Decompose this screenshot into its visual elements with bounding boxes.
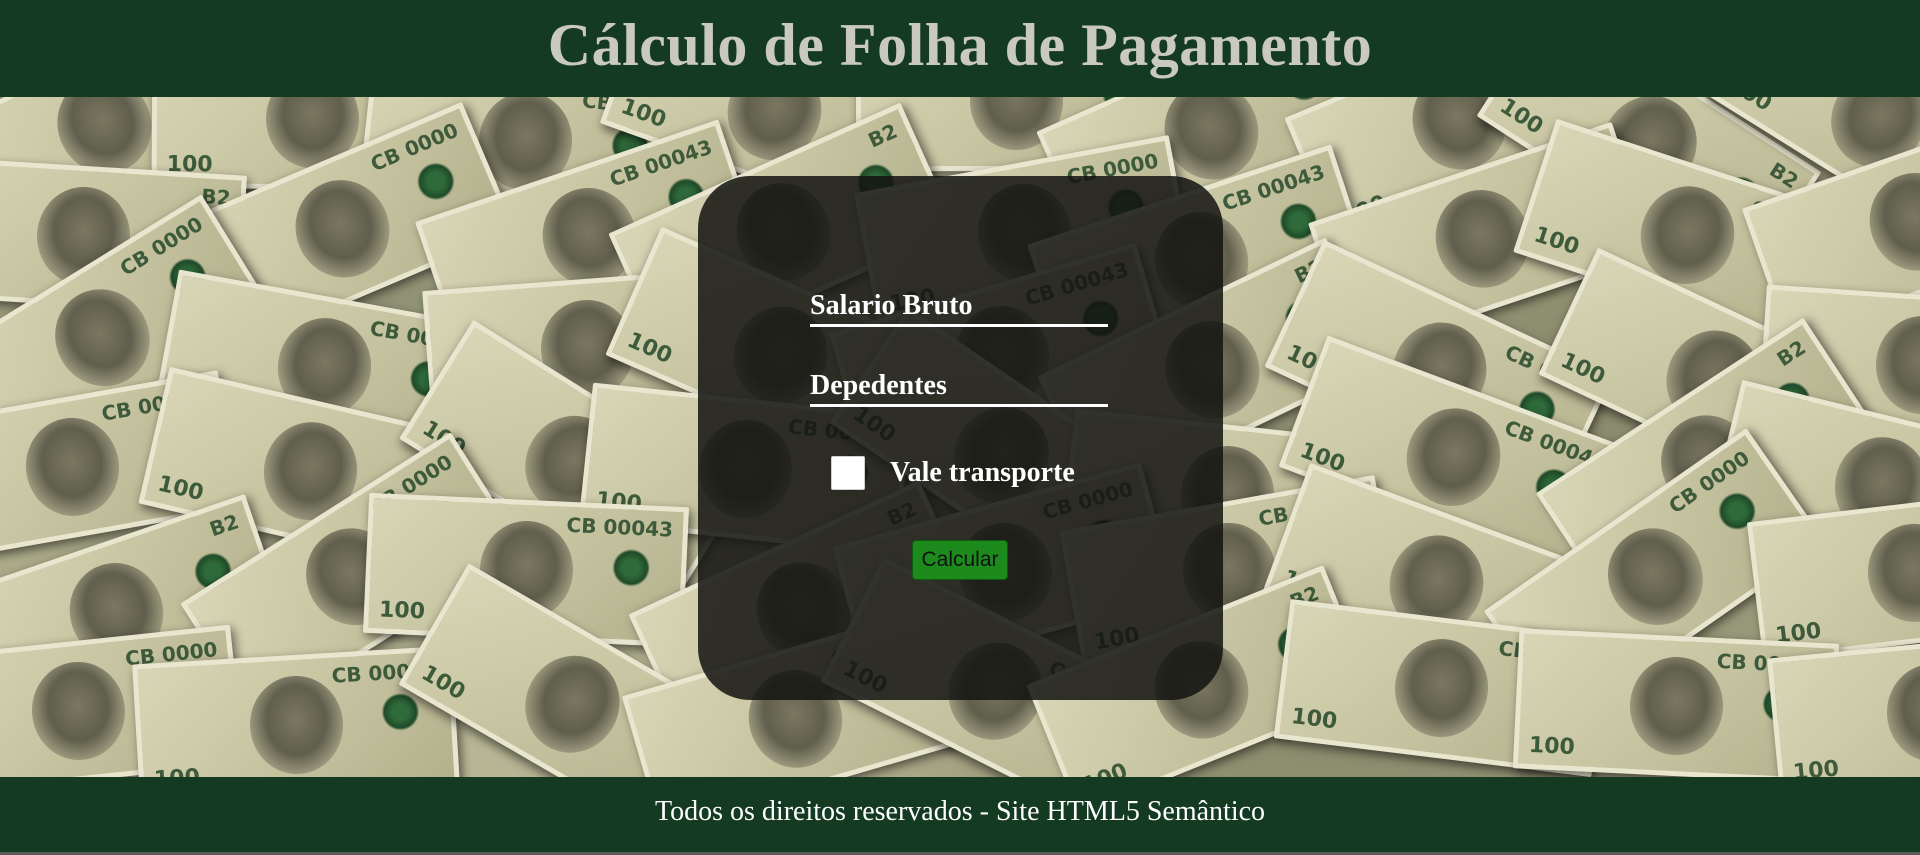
dependentes-placeholder: Depedentes xyxy=(810,370,947,401)
vale-transporte-row: Vale transporte xyxy=(831,456,1075,490)
banknote-denomination: 100 xyxy=(155,471,206,506)
page-header: Cálculo de Folha de Pagamento xyxy=(0,0,1920,97)
banknote-serial: B2 xyxy=(206,509,243,542)
banknote-denomination: 100 xyxy=(1079,759,1131,777)
banknote-denomination: 100 xyxy=(378,597,426,625)
banknote-denomination: 100 xyxy=(1528,732,1576,760)
salario-bruto-field[interactable]: Salario Bruto xyxy=(810,288,1108,327)
calcular-button[interactable]: Calcular xyxy=(912,540,1008,580)
banknote-denomination: 100 xyxy=(1556,348,1609,391)
banknote-denomination: 100 xyxy=(416,660,469,706)
page-footer: Todos os direitos reservados - Site HTML… xyxy=(0,777,1920,855)
banknote-denomination: 100 xyxy=(1531,222,1583,261)
banknote-serial: CB 00043 xyxy=(565,512,674,542)
dependentes-field[interactable]: Depedentes xyxy=(810,368,1108,407)
banknote-denomination: 100 xyxy=(153,765,200,777)
payroll-form: Salario Bruto Depedentes Vale transporte… xyxy=(698,176,1223,700)
vale-transporte-label[interactable]: Vale transporte xyxy=(890,457,1075,489)
banknote-serial: B2 xyxy=(864,118,902,153)
footer-text: Todos os direitos reservados - Site HTML… xyxy=(654,796,1266,827)
banknote-serial: B2 xyxy=(1772,335,1810,372)
banknote-denomination: 100 xyxy=(1290,704,1339,735)
banknote-denomination: 100 xyxy=(623,327,676,370)
page-title: Cálculo de Folha de Pagamento xyxy=(547,12,1373,78)
salario-bruto-placeholder: Salario Bruto xyxy=(810,290,973,321)
vale-transporte-checkbox[interactable] xyxy=(831,456,865,490)
banknote-denomination: 100 xyxy=(617,97,670,134)
banknote-denomination: 100 xyxy=(1792,756,1841,777)
